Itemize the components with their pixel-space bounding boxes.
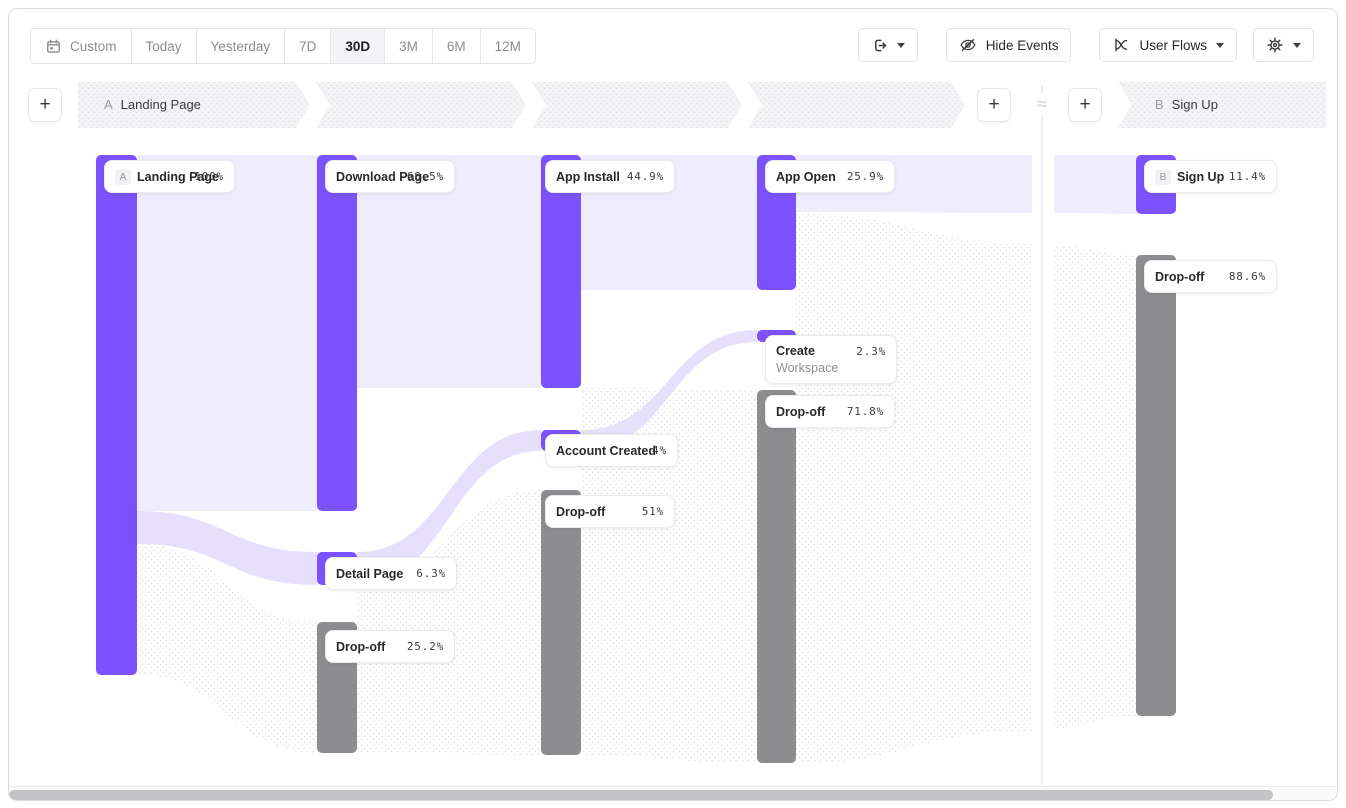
step-b-badge: B: [1155, 97, 1164, 112]
node-label: Drop-off: [1155, 270, 1204, 284]
add-step-button-b-start[interactable]: +: [1068, 88, 1102, 122]
node-label: Detail Page: [336, 567, 403, 581]
node-percentage: 6.3%: [416, 567, 446, 580]
date-range-label: 3M: [399, 39, 418, 54]
node-label: Drop-off: [336, 640, 385, 654]
user-flows-label: User Flows: [1139, 38, 1207, 53]
node-card-account[interactable]: Account Created4%: [545, 434, 678, 467]
settings-button[interactable]: [1253, 28, 1314, 62]
date-range-custom[interactable]: Custom: [31, 29, 132, 63]
node-badge: A: [115, 169, 131, 185]
node-percentage: 2.3%: [856, 345, 886, 358]
date-range-yesterday[interactable]: Yesterday: [197, 29, 286, 63]
date-range-label: Today: [146, 39, 182, 54]
date-range-7d[interactable]: 7D: [285, 29, 331, 63]
user-flows-sankey-chart: [0, 0, 1346, 808]
gear-icon: [1266, 36, 1284, 54]
date-range-label: Yesterday: [211, 39, 271, 54]
node-percentage: 11.4%: [1229, 170, 1266, 183]
step-b-title: Sign Up: [1172, 97, 1218, 112]
flow-dropoff4-to-dropoffB: [1054, 246, 1136, 728]
hide-events-label: Hide Events: [986, 38, 1059, 53]
node-percentage: 4%: [652, 444, 667, 457]
app-window: Custom Today Yesterday 7D 30D 3M 6M 12M Hide Ev…: [0, 0, 1346, 808]
node-download[interactable]: [317, 155, 357, 511]
date-range-6m[interactable]: 6M: [433, 29, 481, 63]
node-percentage: 25.2%: [407, 640, 444, 653]
date-range-3m[interactable]: 3M: [385, 29, 433, 63]
node-card-dropoffB[interactable]: Drop-off 88.6%: [1144, 260, 1277, 293]
node-percentage: 51%: [642, 505, 664, 518]
node-dropoff4[interactable]: [757, 390, 796, 763]
date-range-12m[interactable]: 12M: [481, 29, 535, 63]
flow-dropoff4-to-dropoffB: [796, 214, 1032, 763]
node-card-dropoff3[interactable]: Drop-off 51%: [545, 495, 675, 528]
node-percentage: 68.5%: [407, 170, 444, 183]
node-label: Account Created: [556, 444, 656, 458]
funnel-step-segment-a-1[interactable]: [316, 82, 526, 128]
flow-chart-icon: [1112, 36, 1130, 54]
node-percentage: 44.9%: [627, 170, 664, 183]
date-range-label: 6M: [447, 39, 466, 54]
toolbar-actions: Hide Events User Flows: [858, 28, 1314, 62]
node-label: Create: [776, 344, 815, 358]
date-range-30d[interactable]: 30D: [331, 29, 385, 63]
node-dropoffB[interactable]: [1136, 255, 1176, 716]
caret-down-icon: [1293, 43, 1301, 48]
node-label: App Install: [556, 170, 620, 184]
node-label: Drop-off: [556, 505, 605, 519]
node-label: App Open: [776, 170, 836, 184]
node-percentage: 88.6%: [1229, 270, 1266, 283]
date-range-label: 30D: [345, 39, 370, 54]
horizontal-scrollbar-track[interactable]: [9, 786, 1337, 801]
horizontal-scrollbar-thumb[interactable]: [9, 790, 1273, 800]
node-card-landing[interactable]: ALanding Page100%: [104, 160, 235, 193]
node-label-line2: Workspace: [776, 361, 838, 375]
node-card-detail[interactable]: Detail Page 6.3%: [325, 557, 457, 590]
node-percentage: 100%: [194, 170, 224, 183]
add-step-button-left[interactable]: +: [28, 88, 62, 122]
node-card-download[interactable]: Download Page68.5%: [325, 160, 455, 193]
node-percentage: 25.9%: [847, 170, 884, 183]
node-card-appopen[interactable]: App Open 25.9%: [765, 160, 895, 193]
date-range-label: 7D: [299, 39, 316, 54]
funnel-step-segment-b[interactable]: [1118, 82, 1326, 128]
date-range-label: 12M: [495, 39, 521, 54]
node-card-signup[interactable]: B Sign Up 11.4%: [1144, 160, 1277, 193]
funnel-step-b-label[interactable]: B Sign Up: [1155, 97, 1218, 112]
funnel-step-segment-a-2[interactable]: [532, 82, 742, 128]
node-landing[interactable]: [96, 155, 137, 675]
funnel-step-segment-a-3[interactable]: [748, 82, 965, 128]
node-percentage: 71.8%: [847, 405, 884, 418]
add-step-button-a-end[interactable]: +: [977, 88, 1011, 122]
funnel-step-a-label[interactable]: A Landing Page: [104, 97, 201, 112]
caret-down-icon: [1216, 43, 1224, 48]
step-a-title: Landing Page: [121, 97, 201, 112]
section-separator-approx: ≈: [1026, 94, 1058, 116]
export-icon: [871, 37, 888, 54]
node-label: Sign Up: [1177, 170, 1224, 184]
user-flows-button[interactable]: User Flows: [1099, 28, 1237, 62]
date-range-today[interactable]: Today: [132, 29, 197, 63]
node-card-dropoff2[interactable]: Drop-off 25.2%: [325, 630, 455, 663]
caret-down-icon: [897, 43, 905, 48]
date-range-label: Custom: [70, 39, 117, 54]
calendar-icon: [45, 38, 62, 55]
hide-events-button[interactable]: Hide Events: [946, 28, 1072, 62]
node-label: Drop-off: [776, 405, 825, 419]
step-a-badge: A: [104, 97, 113, 112]
export-button[interactable]: [858, 28, 918, 62]
node-badge: B: [1155, 169, 1171, 185]
node-card-appinstall[interactable]: App Install 44.9%: [545, 160, 675, 193]
flow-appopen-to-signup: [1054, 155, 1136, 214]
flow-dropoff2-to-dropoff3: [357, 490, 541, 755]
eye-off-icon: [959, 36, 977, 54]
node-card-dropoff4[interactable]: Drop-off 71.8%: [765, 395, 895, 428]
date-range-control: Custom Today Yesterday 7D 30D 3M 6M 12M: [30, 28, 536, 64]
node-card-createws[interactable]: Create 2.3% Workspace: [765, 335, 897, 384]
flow-landing-to-download: [137, 155, 317, 511]
node-dropoff3[interactable]: [541, 490, 581, 755]
